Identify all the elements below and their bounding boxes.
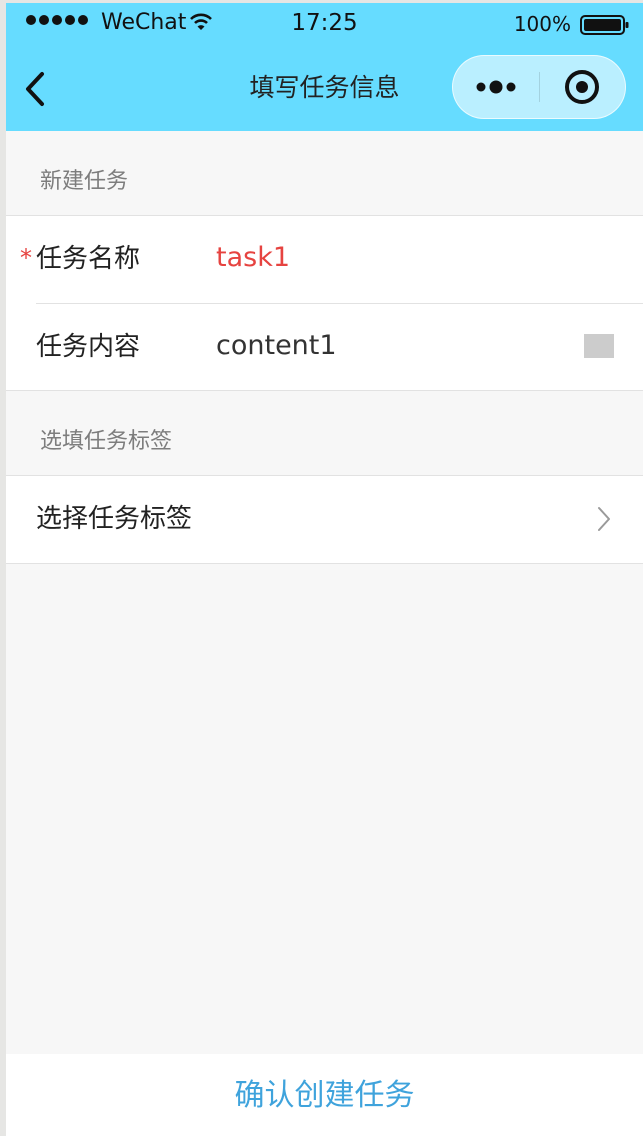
clear-input-icon[interactable] bbox=[584, 334, 614, 358]
section-header-tags: 选填任务标签 bbox=[40, 429, 173, 454]
confirm-create-task-button[interactable]: 确认创建任务 bbox=[6, 1076, 643, 1116]
task-content-input[interactable]: content1 bbox=[216, 328, 337, 364]
phone-screen: WeChat 17:25 100% 填写任务信息 新建任务 * 任务名称 tas… bbox=[6, 3, 643, 1136]
battery-percent: 100% bbox=[513, 12, 571, 36]
select-tags-row[interactable]: 选择任务标签 bbox=[6, 476, 643, 563]
task-content-row[interactable]: 任务内容 content1 bbox=[6, 304, 643, 391]
top-bar: WeChat 17:25 100% 填写任务信息 bbox=[6, 3, 643, 131]
task-form-group: * 任务名称 task1 任务内容 content1 bbox=[6, 215, 643, 391]
battery-icon bbox=[580, 15, 629, 35]
more-dots-icon[interactable] bbox=[453, 56, 539, 118]
target-close-icon[interactable] bbox=[540, 56, 626, 118]
task-content-label: 任务内容 bbox=[36, 332, 141, 362]
task-name-row[interactable]: * 任务名称 task1 bbox=[6, 216, 643, 303]
chevron-right-icon bbox=[598, 507, 610, 531]
section-header-new-task: 新建任务 bbox=[40, 169, 129, 194]
tags-group: 选择任务标签 bbox=[6, 475, 643, 564]
footer-bar: 确认创建任务 bbox=[6, 1054, 643, 1136]
task-name-input[interactable]: task1 bbox=[216, 240, 290, 276]
task-name-label: 任务名称 bbox=[36, 244, 141, 274]
menu-capsule bbox=[452, 55, 626, 119]
status-bar: WeChat 17:25 100% bbox=[6, 3, 643, 47]
navigation-bar: 填写任务信息 bbox=[6, 47, 643, 131]
required-mark: * bbox=[20, 244, 32, 272]
select-tags-label: 选择任务标签 bbox=[36, 504, 193, 534]
